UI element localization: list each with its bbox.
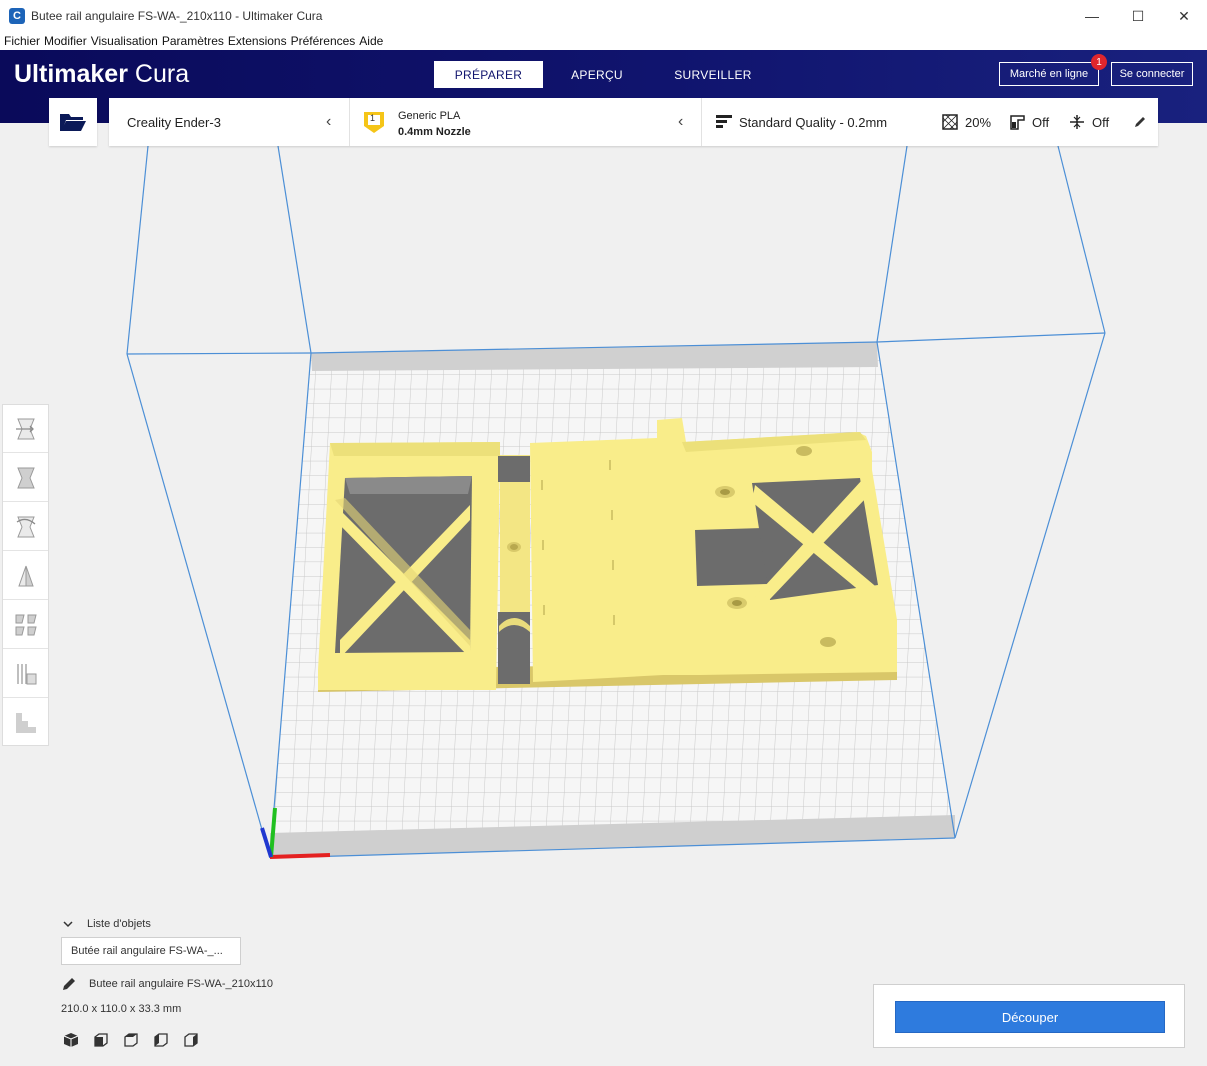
view-left-icon[interactable]: [152, 1031, 170, 1049]
quality-profile-icon: [716, 115, 732, 128]
extruder-number: 1: [370, 113, 376, 123]
material-name: Generic PLA: [398, 110, 461, 122]
adhesion-value: Off: [1092, 115, 1110, 130]
window-title-bar: C Butee rail angulaire FS-WA-_210x110 - …: [0, 0, 1207, 32]
brand-light: Cura: [134, 60, 190, 88]
scale-tool-button[interactable]: [3, 454, 48, 502]
selected-object-name-row[interactable]: Butee rail angulaire FS-WA-_210x110: [62, 977, 273, 991]
3d-model[interactable]: [318, 418, 897, 692]
maximize-button[interactable]: ☐: [1115, 0, 1161, 32]
window-controls: — ☐ ✕: [1069, 0, 1207, 32]
marketplace-notification-badge: 1: [1091, 54, 1107, 70]
quality-profile-label: Standard Quality - 0.2mm: [739, 115, 888, 130]
view-3d-icon[interactable]: [62, 1031, 80, 1049]
folder-open-icon: [60, 114, 86, 131]
close-button[interactable]: ✕: [1161, 0, 1207, 32]
slice-button[interactable]: Découper: [895, 1001, 1165, 1033]
tab-preparer[interactable]: PRÉPARER: [434, 61, 543, 88]
cura-app-icon: C: [9, 8, 25, 24]
view-top-icon[interactable]: [122, 1031, 140, 1049]
support-icon: [1010, 115, 1025, 130]
layer-tool-button[interactable]: [3, 699, 48, 747]
brand-bold: Ultimaker: [14, 60, 128, 88]
scale-tool-icon: [16, 467, 35, 488]
mirror-tool-icon: [17, 565, 34, 586]
per-model-settings-icon: [15, 614, 37, 635]
support-blocker-button[interactable]: [3, 650, 48, 698]
move-tool-icon: [15, 418, 35, 439]
support-value: Off: [1032, 115, 1050, 130]
object-list-toggle[interactable]: Liste d'objets: [62, 918, 151, 930]
tool-panel: [2, 404, 49, 746]
nozzle-size: 0.4mm Nozzle: [398, 126, 471, 138]
menu-aide[interactable]: Aide: [359, 34, 383, 48]
menu-parametres[interactable]: Paramètres: [162, 34, 224, 48]
mirror-tool-button[interactable]: [3, 552, 48, 600]
ultimaker-cura-logo: Ultimaker Cura: [14, 60, 189, 89]
slice-panel: Découper: [873, 984, 1185, 1048]
marketplace-button[interactable]: Marché en ligne: [999, 62, 1099, 86]
pencil-icon: [63, 978, 75, 990]
chevron-down-icon: [63, 921, 73, 928]
view-right-icon[interactable]: [182, 1031, 200, 1049]
object-dimensions: 210.0 x 110.0 x 33.3 mm: [61, 1003, 182, 1015]
per-model-settings-button[interactable]: [3, 601, 48, 649]
infill-value: 20%: [965, 115, 992, 130]
printer-name: Creality Ender-3: [127, 115, 221, 130]
printer-selector[interactable]: Creality Ender-3 ‹: [109, 98, 349, 146]
pencil-icon: [1135, 117, 1145, 127]
signin-button[interactable]: Se connecter: [1111, 62, 1193, 86]
minimize-button[interactable]: —: [1069, 0, 1115, 32]
menu-fichier[interactable]: Fichier: [4, 34, 40, 48]
open-file-button[interactable]: [49, 98, 97, 146]
menu-extensions[interactable]: Extensions: [228, 34, 287, 48]
tab-surveiller[interactable]: SURVEILLER: [664, 61, 762, 88]
chevron-left-icon: ‹: [678, 113, 684, 130]
camera-view-buttons: [62, 1031, 212, 1049]
build-volume-scene: [126, 145, 1106, 859]
window-title: Butee rail angulaire FS-WA-_210x110 - Ul…: [31, 9, 323, 23]
object-list-item[interactable]: Butée rail angulaire FS-WA-_...: [61, 937, 241, 965]
support-blocker-icon: [16, 663, 36, 684]
menu-preferences[interactable]: Préférences: [291, 34, 356, 48]
chevron-left-icon: ‹: [326, 113, 332, 130]
adhesion-icon: [1070, 115, 1084, 129]
object-list-header: Liste d'objets: [87, 918, 151, 930]
print-setup-bar: Creality Ender-3 ‹ 1 Generic PLA 0.4mm N…: [109, 98, 1158, 146]
menu-modifier[interactable]: Modifier: [44, 34, 87, 48]
3d-viewport[interactable]: [0, 123, 1207, 1066]
rotate-tool-button[interactable]: [3, 503, 48, 551]
tab-apercu[interactable]: APERÇU: [553, 61, 641, 88]
view-front-icon[interactable]: [92, 1031, 110, 1049]
print-settings-selector[interactable]: Standard Quality - 0.2mm 20% Off Off: [702, 98, 1158, 146]
plate-back-border: [311, 342, 878, 371]
selected-object-name: Butee rail angulaire FS-WA-_210x110: [89, 978, 274, 990]
move-tool-button[interactable]: [3, 405, 48, 453]
menu-bar: Fichier Modifier Visualisation Paramètre…: [0, 32, 1207, 50]
rotate-tool-icon: [16, 516, 35, 537]
menu-visualisation[interactable]: Visualisation: [91, 34, 158, 48]
infill-icon: [942, 114, 958, 130]
layer-icon: [15, 713, 36, 733]
material-selector[interactable]: 1 Generic PLA 0.4mm Nozzle ‹: [350, 98, 701, 146]
